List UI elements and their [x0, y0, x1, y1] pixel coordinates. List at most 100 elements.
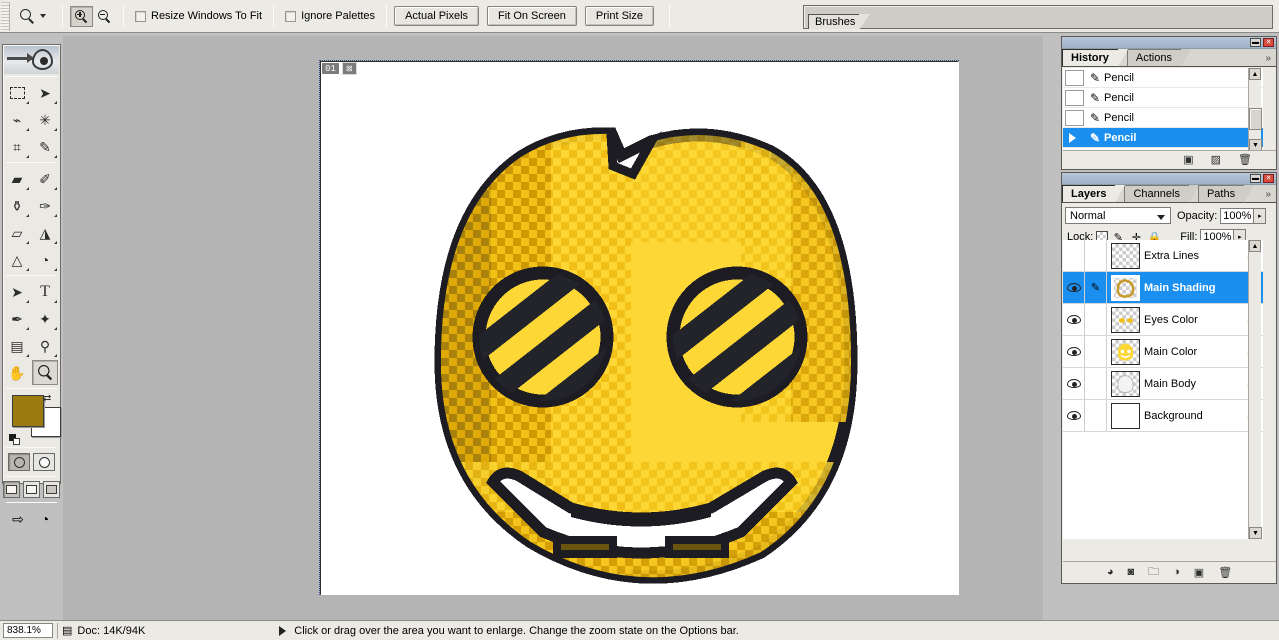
tab-channels[interactable]: Channels — [1124, 185, 1200, 203]
history-list[interactable]: ✎ Pencil ✎ Pencil ✎ Pencil ✎ Pencil — [1063, 68, 1263, 151]
layer-thumbnail[interactable] — [1111, 242, 1140, 269]
close-button[interactable]: ✕ — [1263, 38, 1274, 47]
move-tool[interactable]: ➤ — [32, 80, 58, 105]
close-button[interactable]: ✕ — [1263, 174, 1274, 183]
layer-row-eyes-color[interactable]: Eyes Color 🔒 — [1063, 304, 1263, 336]
default-colors-icon[interactable] — [9, 434, 20, 445]
layer-thumbnail[interactable] — [1111, 306, 1140, 333]
blend-mode-select[interactable]: Normal — [1065, 207, 1171, 224]
opacity-input[interactable]: 100% — [1220, 207, 1255, 224]
resize-windows-to-fit-option[interactable]: Resize Windows To Fit — [131, 10, 266, 22]
layer-thumbnail[interactable] — [1111, 338, 1140, 365]
history-item[interactable]: ✎ Pencil — [1063, 68, 1263, 88]
layer-row-main-shading[interactable]: ✎ Main Shading — [1063, 272, 1263, 304]
status-menu-arrow-icon[interactable] — [279, 625, 287, 636]
blur-tool[interactable]: △ — [4, 247, 30, 272]
quick-mask-mode-button[interactable] — [33, 453, 55, 471]
history-item-active[interactable]: ✎ Pencil — [1063, 128, 1263, 148]
zoom-out-button[interactable] — [93, 5, 116, 27]
jump-to-imageready-icon[interactable]: ⇨ — [7, 509, 30, 529]
brush-tool[interactable]: ✐ — [32, 166, 58, 191]
layer-group-icon[interactable]: 🗀 — [1148, 563, 1159, 582]
history-snapshot-toggle[interactable] — [1065, 109, 1084, 126]
layer-style-icon[interactable]: ◕ — [1107, 566, 1114, 578]
minimize-button[interactable]: ▬ — [1250, 174, 1261, 183]
layer-list[interactable]: Extra Lines 🔒 ✎ Main Shading — [1063, 240, 1263, 539]
layer-visibility-toggle[interactable] — [1063, 400, 1085, 431]
ignore-palettes-checkbox[interactable] — [285, 10, 297, 22]
toolbox-header[interactable] — [4, 46, 59, 74]
layer-row-main-body[interactable]: Main Body 🔒 — [1063, 368, 1263, 400]
options-bar-grip[interactable] — [1, 1, 10, 31]
dodge-tool[interactable]: ◔ — [32, 247, 58, 272]
print-size-button[interactable]: Print Size — [584, 6, 654, 26]
history-item[interactable]: ✎ Pencil — [1063, 88, 1263, 108]
zoom-in-button[interactable] — [70, 5, 93, 27]
full-screen-button[interactable] — [43, 481, 60, 498]
tab-history[interactable]: History — [1062, 49, 1128, 67]
scroll-up-arrow-icon[interactable]: ▲ — [1249, 68, 1261, 80]
history-brush-tool[interactable]: ✑ — [32, 193, 58, 218]
scroll-up-arrow-icon[interactable]: ▲ — [1249, 240, 1261, 252]
layer-thumbnail[interactable] — [1111, 370, 1140, 397]
new-snapshot-icon[interactable]: ▨ — [1211, 153, 1221, 166]
foreground-color-swatch[interactable] — [12, 395, 44, 427]
new-layer-icon[interactable]: ▣ — [1194, 566, 1204, 579]
magic-wand-tool[interactable]: ✳ — [32, 107, 58, 132]
palette-well-tab-brushes[interactable]: Brushes — [808, 14, 871, 30]
crop-tool[interactable]: ⌗ — [4, 134, 30, 159]
layer-visibility-toggle[interactable] — [1063, 368, 1085, 399]
layer-edit-indicator[interactable] — [1085, 336, 1107, 367]
layer-row-background[interactable]: Background 🔒 — [1063, 400, 1263, 432]
layer-edit-indicator[interactable] — [1085, 368, 1107, 399]
scrollbar-thumb[interactable] — [1249, 108, 1262, 130]
history-snapshot-toggle[interactable] — [1065, 69, 1084, 86]
standard-mode-button[interactable] — [8, 453, 30, 471]
layer-edit-indicator[interactable] — [1085, 304, 1107, 335]
history-scrollbar[interactable]: ▲ ▼ — [1248, 68, 1262, 151]
slice-tool[interactable]: ✎ — [32, 134, 58, 159]
history-snapshot-toggle[interactable] — [1065, 89, 1084, 106]
layer-row-main-color[interactable]: Main Color 🔒 — [1063, 336, 1263, 368]
ignore-palettes-option[interactable]: Ignore Palettes — [281, 10, 379, 22]
zoom-level-input[interactable]: 838.1% — [3, 623, 53, 638]
layer-edit-indicator[interactable] — [1085, 400, 1107, 431]
layer-thumbnail[interactable] — [1111, 274, 1140, 301]
fit-on-screen-button[interactable]: Fit On Screen — [487, 6, 577, 26]
layers-panel-titlebar[interactable]: ▬ ✕ — [1062, 173, 1276, 185]
delete-icon[interactable]: 🗑 — [1238, 153, 1252, 166]
type-tool[interactable]: T — [32, 279, 58, 304]
eyedropper-tool[interactable]: ⚲ — [32, 333, 58, 358]
clone-stamp-tool[interactable]: ⚱ — [4, 193, 30, 218]
layer-edit-indicator[interactable]: ✎ — [1085, 272, 1107, 303]
healing-brush-tool[interactable]: ▰ — [4, 166, 30, 191]
lasso-tool[interactable]: ⌁ — [4, 107, 30, 132]
history-panel-titlebar[interactable]: ▬ ✕ — [1062, 37, 1276, 49]
panel-menu-icon[interactable]: » — [1265, 53, 1271, 64]
swap-colors-icon[interactable]: ⇄ — [43, 393, 54, 404]
panel-menu-icon[interactable]: » — [1265, 189, 1271, 200]
imageready-icon[interactable]: ◔ — [34, 509, 57, 529]
canvas[interactable] — [320, 61, 959, 595]
eraser-tool[interactable]: ▱ — [4, 220, 30, 245]
shape-tool[interactable]: ✦ — [32, 306, 58, 331]
current-tool-preview[interactable] — [10, 8, 55, 24]
marquee-tool[interactable] — [4, 80, 30, 105]
history-item[interactable]: ✎ Pencil — [1063, 108, 1263, 128]
layer-thumbnail[interactable] — [1111, 402, 1140, 429]
tab-actions[interactable]: Actions — [1126, 49, 1192, 67]
minimize-button[interactable]: ▬ — [1250, 38, 1261, 47]
adjustment-layer-icon[interactable]: ◑ — [1173, 566, 1180, 578]
notes-tool[interactable]: ▤ — [4, 333, 30, 358]
palette-well[interactable]: Brushes — [803, 5, 1273, 30]
new-document-icon[interactable]: ▣ — [1183, 153, 1193, 166]
path-selection-tool[interactable]: ➤ — [4, 279, 30, 304]
layer-visibility-toggle[interactable] — [1063, 272, 1085, 303]
hand-tool[interactable]: ✋ — [4, 360, 30, 385]
history-state-marker[interactable] — [1065, 130, 1084, 146]
full-screen-menubar-button[interactable] — [23, 481, 40, 498]
layer-visibility-toggle[interactable] — [1063, 336, 1085, 367]
layer-edit-indicator[interactable] — [1085, 240, 1107, 271]
document-info[interactable]: Doc: 14K/94K — [77, 625, 145, 637]
tab-paths[interactable]: Paths — [1197, 185, 1255, 203]
